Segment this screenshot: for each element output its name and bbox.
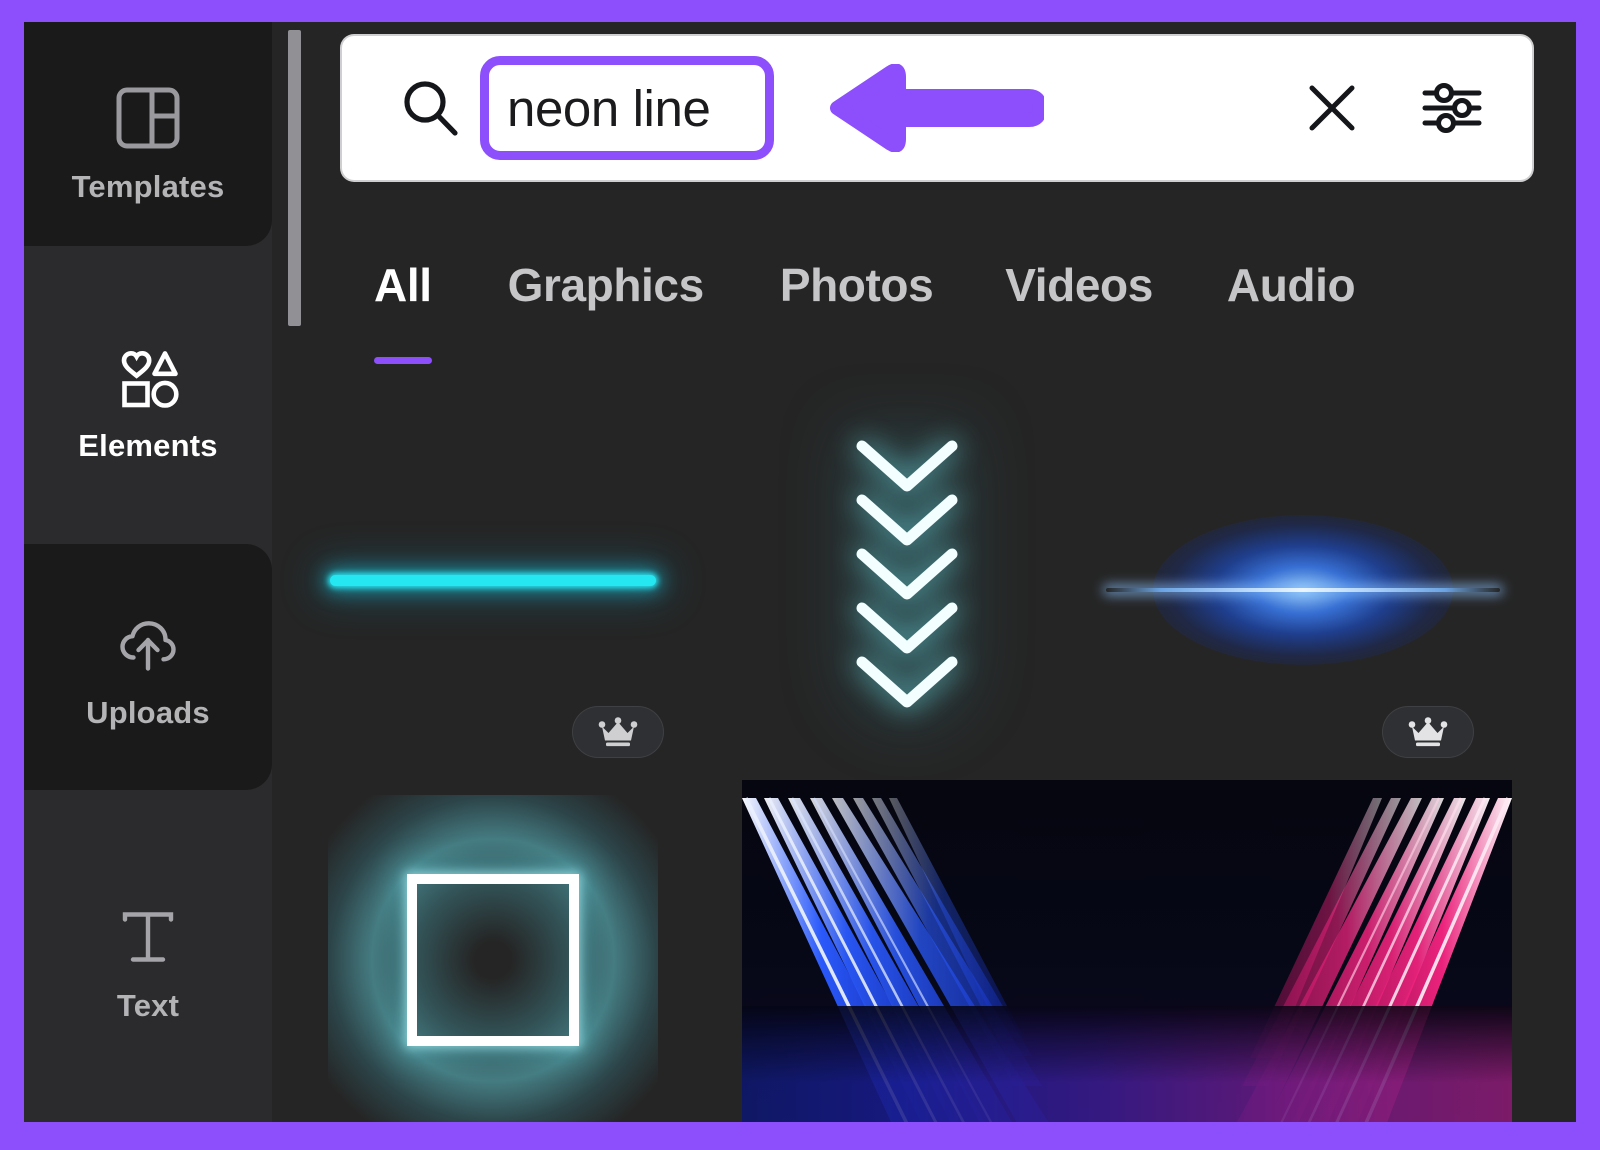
templates-icon: [111, 81, 185, 155]
left-sidebar-rail: Templates Elements Uploads Text: [24, 22, 272, 1122]
result-tile-neon-line[interactable]: [300, 420, 686, 760]
result-tile-neon-chevrons[interactable]: [742, 420, 1072, 760]
sidebar-item-label: Templates: [71, 168, 225, 204]
crown-icon: [1408, 717, 1448, 747]
result-tile-neon-square[interactable]: [300, 774, 686, 1122]
sidebar-item-label: Uploads: [86, 694, 210, 730]
panel-scrollbar[interactable]: [288, 30, 301, 326]
canva-editor-window: Templates Elements Uploads Text neon lin…: [24, 22, 1576, 1122]
flare-streak-graphic: [1106, 588, 1500, 592]
premium-crown-badge[interactable]: [572, 706, 664, 758]
sidebar-item-label: Elements: [78, 427, 218, 463]
sidebar-item-uploads[interactable]: Uploads: [24, 544, 272, 790]
sidebar-item-elements[interactable]: Elements: [24, 290, 272, 510]
neon-line-graphic: [330, 575, 656, 586]
neon-square-graphic: [407, 874, 579, 1046]
premium-crown-badge[interactable]: [1382, 706, 1474, 758]
neon-chevron-arrows-icon: [832, 432, 982, 722]
elements-icon: [111, 340, 185, 414]
search-results-grid: [272, 22, 1576, 1122]
result-tile-blue-light-streak[interactable]: [1106, 420, 1500, 760]
elements-panel: neon line All Graphics Photos Videos Aud…: [272, 22, 1576, 1122]
sidebar-item-text[interactable]: Text: [24, 840, 272, 1080]
cloud-upload-icon: [111, 607, 185, 681]
sidebar-item-label: Text: [116, 987, 180, 1023]
crown-icon: [598, 717, 638, 747]
annotated-screenshot-frame: Templates Elements Uploads Text neon lin…: [0, 0, 1600, 1150]
photo-floor-reflection: [742, 1006, 1512, 1122]
sidebar-item-templates[interactable]: Templates: [24, 22, 272, 246]
text-icon: [111, 900, 185, 974]
result-tile-neon-corridor-photo[interactable]: [742, 780, 1512, 1122]
